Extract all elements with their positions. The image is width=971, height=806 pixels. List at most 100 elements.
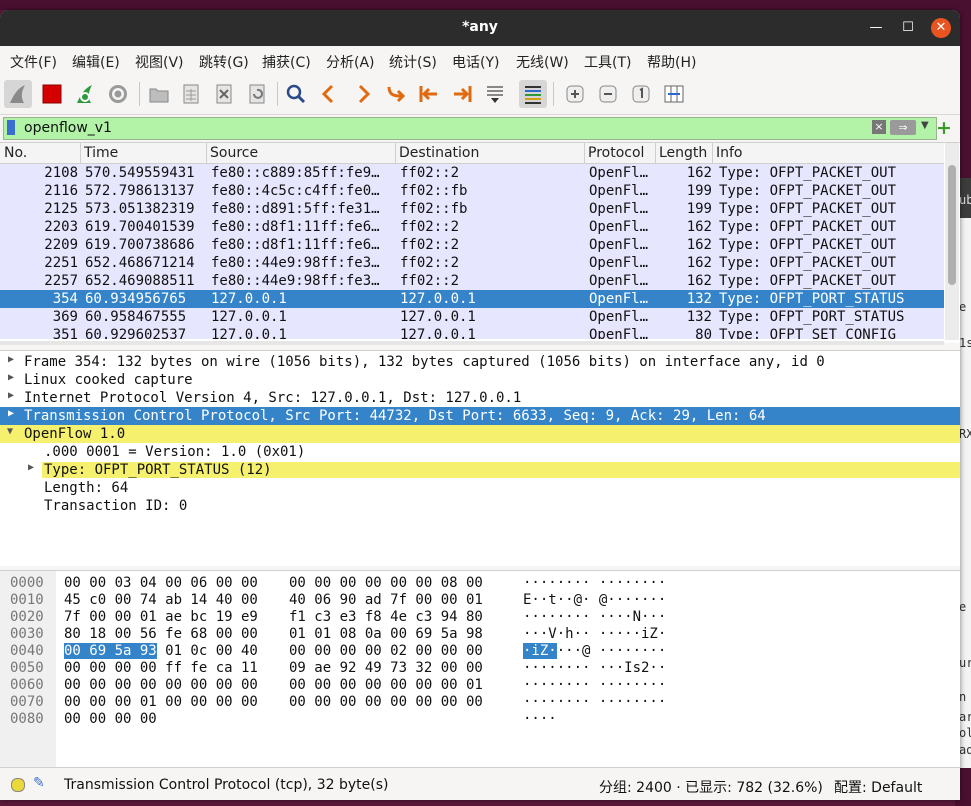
- menu-statistics[interactable]: 统计(S): [389, 52, 437, 72]
- go-forward-button[interactable]: [349, 80, 377, 108]
- menu-telephony[interactable]: 电话(Y): [452, 52, 499, 72]
- tree-item-version[interactable]: .000 0001 = Version: 1.0 (0x01): [0, 443, 960, 461]
- bg-text: ur: [959, 656, 971, 670]
- collapse-arrow-icon[interactable]: ▼: [7, 426, 13, 437]
- packet-row[interactable]: 2257 652.469088511 fe80::44e9:98ff:fe3… ff0…: [0, 272, 944, 290]
- capture-options-button[interactable]: [104, 80, 132, 108]
- column-divider[interactable]: [206, 143, 207, 163]
- resize-columns-button[interactable]: [660, 80, 688, 108]
- clear-filter-icon[interactable]: ×: [872, 120, 886, 134]
- bytes-row[interactable]: 0050 00 00 00 00 ff fe ca 11 09 ae 92 49 7…: [0, 660, 960, 677]
- column-header-protocol[interactable]: Protocol: [588, 145, 644, 161]
- expand-arrow-icon[interactable]: ▶: [8, 354, 14, 365]
- packet-row-selected[interactable]: 354 60.934956765 127.0.0.1 127.0.0.1 OpenFl……: [0, 290, 944, 308]
- column-divider[interactable]: [655, 143, 656, 163]
- menu-capture[interactable]: 捕获(C): [262, 52, 311, 72]
- start-capture-button[interactable]: [4, 80, 32, 108]
- bytes-row[interactable]: 0020 7f 00 00 01 ae bc 19 e9 f1 c3 e3 f8 4…: [0, 609, 960, 626]
- close-file-button[interactable]: [210, 80, 238, 108]
- packet-row[interactable]: 369 60.958467555 127.0.0.1 127.0.0.1 OpenFl……: [0, 308, 944, 326]
- menu-view[interactable]: 视图(V): [135, 52, 184, 72]
- menu-file[interactable]: 文件(F): [10, 52, 57, 72]
- expand-arrow-icon[interactable]: ▶: [28, 462, 34, 473]
- packet-row[interactable]: 351 60.929602537 127.0.0.1 127.0.0.1 OpenFl……: [0, 326, 944, 339]
- menu-edit[interactable]: 编辑(E): [72, 52, 120, 72]
- bytes-row[interactable]: 0070 00 00 00 01 00 00 00 00 00 00 00 00 0…: [0, 694, 960, 711]
- display-filter-input[interactable]: [24, 119, 844, 137]
- minimize-button[interactable]: —: [866, 18, 886, 38]
- tree-item-linux-cooked[interactable]: ▶ Linux cooked capture: [0, 371, 960, 389]
- packet-row[interactable]: 2203 619.700401539 fe80::d8f1:11ff:fe6… ff0…: [0, 218, 944, 236]
- tree-item-type[interactable]: ▶ Type: OFPT_PORT_STATUS (12): [0, 461, 960, 479]
- bytes-row[interactable]: 0060 00 00 00 00 00 00 00 00 00 00 00 00 0…: [0, 677, 960, 694]
- menu-wireless[interactable]: 无线(W): [516, 52, 569, 72]
- packet-row[interactable]: 2125 573.051382319 fe80::d891:5ff:fe31… ff0…: [0, 200, 944, 218]
- find-packet-button[interactable]: [282, 80, 310, 108]
- packet-row[interactable]: 2116 572.798613137 fe80::4c5c:c4ff:fe0… ff0…: [0, 182, 944, 200]
- bg-text: ol: [959, 726, 971, 740]
- column-divider[interactable]: [395, 143, 396, 163]
- bytes-row[interactable]: 0000 00 00 03 04 00 06 00 00 00 00 00 00 0…: [0, 575, 960, 592]
- apply-filter-icon[interactable]: ⇒: [890, 120, 916, 135]
- tree-item-tcp[interactable]: ▶ Transmission Control Protocol, Src Port…: [0, 407, 960, 425]
- column-header-destination[interactable]: Destination: [399, 145, 479, 161]
- packet-cell-proto: OpenFl…: [589, 273, 649, 289]
- edit-comment-icon[interactable]: ✎: [33, 775, 45, 791]
- go-back-button[interactable]: [315, 80, 343, 108]
- bytes-row-selected[interactable]: 0040 00 69 5a 93 01 0c 00 40 00 00 00 00 0…: [0, 643, 960, 660]
- menu-tools[interactable]: 工具(T): [584, 52, 631, 72]
- stop-capture-button[interactable]: [38, 80, 66, 108]
- selected-ascii[interactable]: ·iZ·: [523, 643, 557, 659]
- zoom-out-button[interactable]: [594, 80, 622, 108]
- packet-row[interactable]: 2251 652.468671214 fe80::44e9:98ff:fe3… ff0…: [0, 254, 944, 272]
- maximize-button[interactable]: ☐: [898, 18, 918, 38]
- packet-list-scrollbar[interactable]: [945, 143, 959, 340]
- column-header-length[interactable]: Length: [659, 145, 707, 161]
- menu-analyze[interactable]: 分析(A): [326, 52, 375, 72]
- menu-go[interactable]: 跳转(G): [199, 52, 249, 72]
- packet-list-hscrollbar[interactable]: [0, 341, 944, 345]
- save-file-button[interactable]: [177, 80, 205, 108]
- menu-help[interactable]: 帮助(H): [647, 52, 696, 72]
- bytes-row[interactable]: 0010 45 c0 00 74 ab 14 40 00 40 06 90 ad 7…: [0, 592, 960, 609]
- tree-item-frame[interactable]: ▶ Frame 354: 132 bytes on wire (1056 bits…: [0, 353, 960, 371]
- first-packet-button[interactable]: [415, 80, 443, 108]
- restart-capture-button[interactable]: [71, 80, 99, 108]
- column-divider[interactable]: [584, 143, 585, 163]
- last-packet-button[interactable]: [448, 80, 476, 108]
- column-header-time[interactable]: Time: [84, 145, 118, 161]
- expand-arrow-icon[interactable]: ▶: [8, 408, 14, 419]
- packet-row[interactable]: 2108 570.549559431 fe80::c889:85ff:fe9… ff0…: [0, 164, 944, 182]
- title-bar[interactable]: *any — ☐ ✕: [0, 10, 960, 46]
- expand-arrow-icon[interactable]: ▶: [8, 372, 14, 383]
- tree-item-openflow[interactable]: ▼ OpenFlow 1.0: [0, 425, 960, 443]
- expand-arrow-icon[interactable]: ▶: [8, 390, 14, 401]
- colorize-button[interactable]: [519, 80, 547, 108]
- close-button[interactable]: ✕: [931, 18, 951, 38]
- bytes-row[interactable]: 0080 00 00 00 00 ····: [0, 711, 960, 728]
- tree-item-transaction-id[interactable]: Transaction ID: 0: [0, 497, 960, 515]
- profile-selector[interactable]: 配置: Default: [834, 777, 922, 797]
- column-divider[interactable]: [712, 143, 713, 163]
- column-header-no[interactable]: No.: [4, 145, 27, 161]
- add-filter-button-icon[interactable]: +: [936, 119, 952, 138]
- tree-item-ipv4[interactable]: ▶ Internet Protocol Version 4, Src: 127.0…: [0, 389, 960, 407]
- tree-item-length[interactable]: Length: 64: [0, 479, 960, 497]
- column-divider[interactable]: [80, 143, 81, 163]
- scrollbar-thumb[interactable]: [948, 165, 956, 285]
- reload-file-button[interactable]: [243, 80, 271, 108]
- go-to-packet-button[interactable]: [382, 80, 410, 108]
- bookmark-icon[interactable]: [7, 120, 15, 135]
- column-header-info[interactable]: Info: [716, 145, 743, 161]
- selected-bytes[interactable]: 00 69 5a 93: [64, 643, 157, 659]
- bytes-row[interactable]: 0030 80 18 00 56 fe 68 00 00 01 01 08 0a 0…: [0, 626, 960, 643]
- open-file-button[interactable]: [145, 80, 173, 108]
- normal-size-button[interactable]: [627, 80, 655, 108]
- packet-row[interactable]: 2209 619.700738686 fe80::d8f1:11ff:fe6… ff0…: [0, 236, 944, 254]
- column-header-source[interactable]: Source: [210, 145, 258, 161]
- expert-info-icon[interactable]: [11, 778, 25, 792]
- zoom-in-button[interactable]: [561, 80, 589, 108]
- chevron-down-icon[interactable]: ▼: [921, 120, 929, 131]
- bg-text: e: [959, 600, 967, 614]
- autoscroll-button[interactable]: [481, 80, 509, 108]
